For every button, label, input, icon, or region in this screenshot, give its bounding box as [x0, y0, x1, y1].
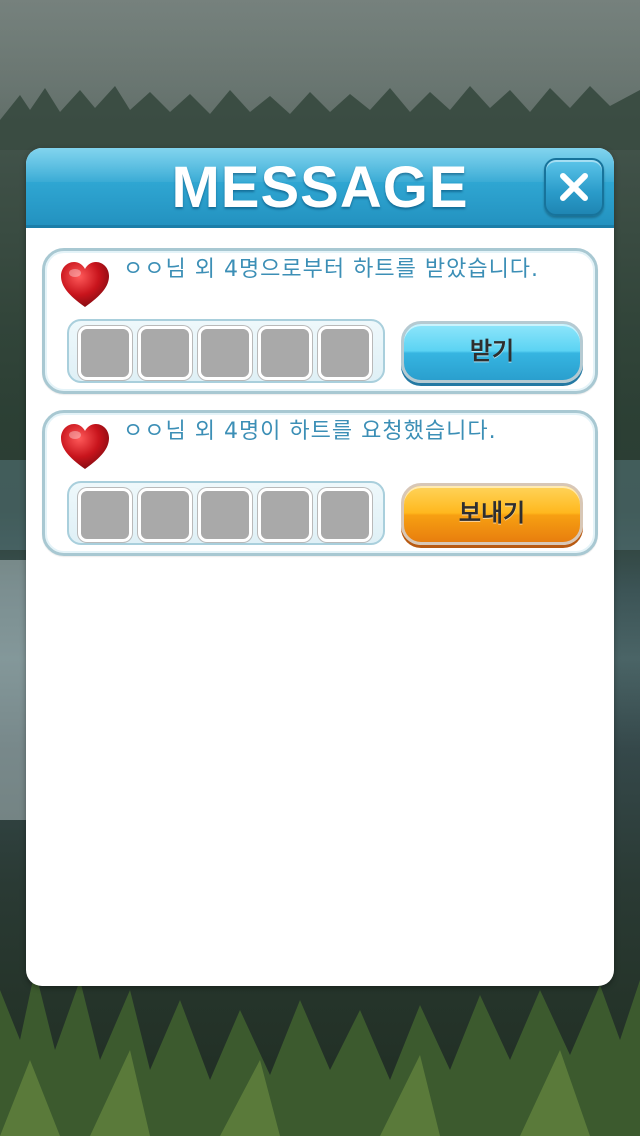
- friend-avatar-slots: [67, 481, 385, 545]
- message-text: ㅇㅇ님 외 4명으로부터 하트를 받았습니다.: [123, 257, 540, 282]
- avatar-slot: [318, 326, 372, 380]
- close-icon: [560, 173, 588, 201]
- receive-button[interactable]: 받기: [401, 321, 583, 383]
- message-dialog: MESSAGE ㅇㅇ님 외 4명으로부터 하트를 받았습니다. 받기 ㅇㅇ님 외…: [26, 148, 614, 986]
- dialog-title: MESSAGE: [171, 155, 469, 220]
- message-text: ㅇㅇ님 외 4명이 하트를 요청했습니다.: [123, 419, 497, 444]
- message-card-request: ㅇㅇ님 외 4명이 하트를 요청했습니다. 보내기: [42, 410, 598, 556]
- close-button[interactable]: [544, 158, 604, 216]
- avatar-slot: [78, 326, 132, 380]
- heart-icon: [61, 424, 109, 469]
- friend-avatar-slots: [67, 319, 385, 383]
- avatar-slot: [138, 488, 192, 542]
- avatar-slot: [258, 488, 312, 542]
- avatar-slot: [78, 488, 132, 542]
- avatar-slot: [138, 326, 192, 380]
- send-button[interactable]: 보내기: [401, 483, 583, 545]
- avatar-slot: [318, 488, 372, 542]
- avatar-slot: [198, 326, 252, 380]
- avatar-slot: [258, 326, 312, 380]
- message-card-received: ㅇㅇ님 외 4명으로부터 하트를 받았습니다. 받기: [42, 248, 598, 394]
- heart-icon: [61, 262, 109, 307]
- dialog-header: MESSAGE: [26, 148, 614, 228]
- avatar-slot: [198, 488, 252, 542]
